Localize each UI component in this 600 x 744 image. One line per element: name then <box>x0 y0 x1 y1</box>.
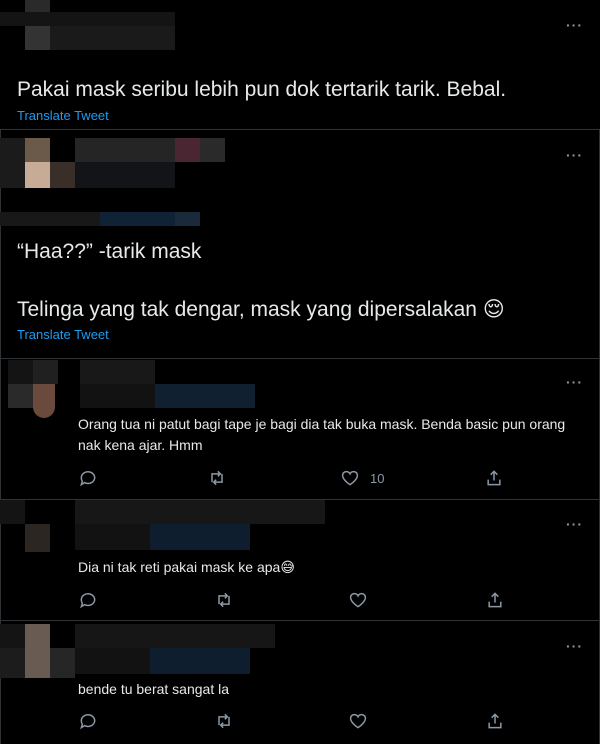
redacted-name <box>75 624 275 648</box>
redacted-avatar-face <box>33 384 55 418</box>
redacted-avatar-face-2 <box>25 162 50 188</box>
redacted-meta-blue <box>100 212 175 226</box>
translate-tweet-link[interactable]: Translate Tweet <box>17 327 109 342</box>
more-icon[interactable]: ··· <box>566 638 583 654</box>
redacted-name <box>80 360 155 384</box>
redacted-avatar-side <box>50 162 75 188</box>
redacted-avatar-side <box>0 648 25 678</box>
more-icon[interactable]: ··· <box>566 147 583 163</box>
more-icon[interactable]: ··· <box>566 374 583 390</box>
grinning-sweat-emoji: 😅 <box>280 559 295 575</box>
reply-3-text: bende tu berat sangat la <box>78 681 230 697</box>
more-icon[interactable]: ··· <box>566 17 583 33</box>
redacted-name <box>0 12 175 26</box>
reply-icon[interactable] <box>78 468 98 488</box>
like-icon[interactable] <box>348 590 368 610</box>
relieved-face-emoji: 😌 <box>482 298 505 321</box>
redacted-avatar <box>0 500 25 524</box>
tweet-2-line-1: “Haa??” -tarik mask <box>17 240 202 263</box>
redacted-name <box>75 500 325 524</box>
redacted-block <box>25 26 50 50</box>
share-icon[interactable] <box>485 590 505 610</box>
redacted-name-accent <box>175 138 200 162</box>
redacted-avatar <box>0 138 25 188</box>
redacted-handle <box>80 384 155 408</box>
reply-2-text: Dia ni tak reti pakai mask ke apa😅 <box>78 557 295 578</box>
redacted-handle <box>75 524 150 550</box>
redacted-meta <box>0 212 100 226</box>
reply-1-text: Orang tua ni patut bagi tape je bagi dia… <box>78 416 566 453</box>
more-icon[interactable]: ··· <box>566 516 583 532</box>
redacted-avatar <box>0 624 25 648</box>
tweet-2-line-2: Telinga yang tak dengar, mask yang diper… <box>17 297 505 322</box>
reply-2-text-body: Dia ni tak reti pakai mask ke apa <box>78 559 281 575</box>
redacted-name-tail <box>200 138 225 162</box>
redacted-avatar <box>25 0 50 12</box>
redacted-avatar-face <box>25 624 50 678</box>
share-icon[interactable] <box>484 468 504 488</box>
tweet-1-text: Pakai mask seribu lebih pun dok tertarik… <box>17 78 507 101</box>
redacted-meta-tail <box>175 212 200 226</box>
redacted-name <box>75 138 175 162</box>
like-icon[interactable] <box>340 468 360 488</box>
redacted-handle <box>75 162 175 188</box>
redacted-meta-blue <box>155 384 255 408</box>
translate-tweet-link[interactable]: Translate Tweet <box>17 108 109 123</box>
reply-icon[interactable] <box>78 590 98 610</box>
redacted-meta-blue <box>150 648 250 674</box>
like-count: 10 <box>370 471 385 486</box>
redacted-handle <box>75 648 150 674</box>
redacted-avatar-left <box>8 384 33 408</box>
redacted-meta-blue <box>150 524 250 550</box>
redacted-avatar-face <box>25 138 50 162</box>
redacted-avatar <box>8 360 33 384</box>
reply-icon[interactable] <box>78 711 98 731</box>
tweet-2-line-2-text: Telinga yang tak dengar, mask yang diper… <box>17 298 477 321</box>
redacted-avatar-2 <box>33 360 58 384</box>
retweet-icon[interactable] <box>214 711 234 731</box>
like-icon[interactable] <box>348 711 368 731</box>
retweet-icon[interactable] <box>214 590 234 610</box>
redacted-handle <box>50 26 175 50</box>
redacted-avatar-face <box>25 524 50 552</box>
share-icon[interactable] <box>485 711 505 731</box>
redacted-avatar-side-2 <box>50 648 75 678</box>
retweet-icon[interactable] <box>207 468 227 488</box>
